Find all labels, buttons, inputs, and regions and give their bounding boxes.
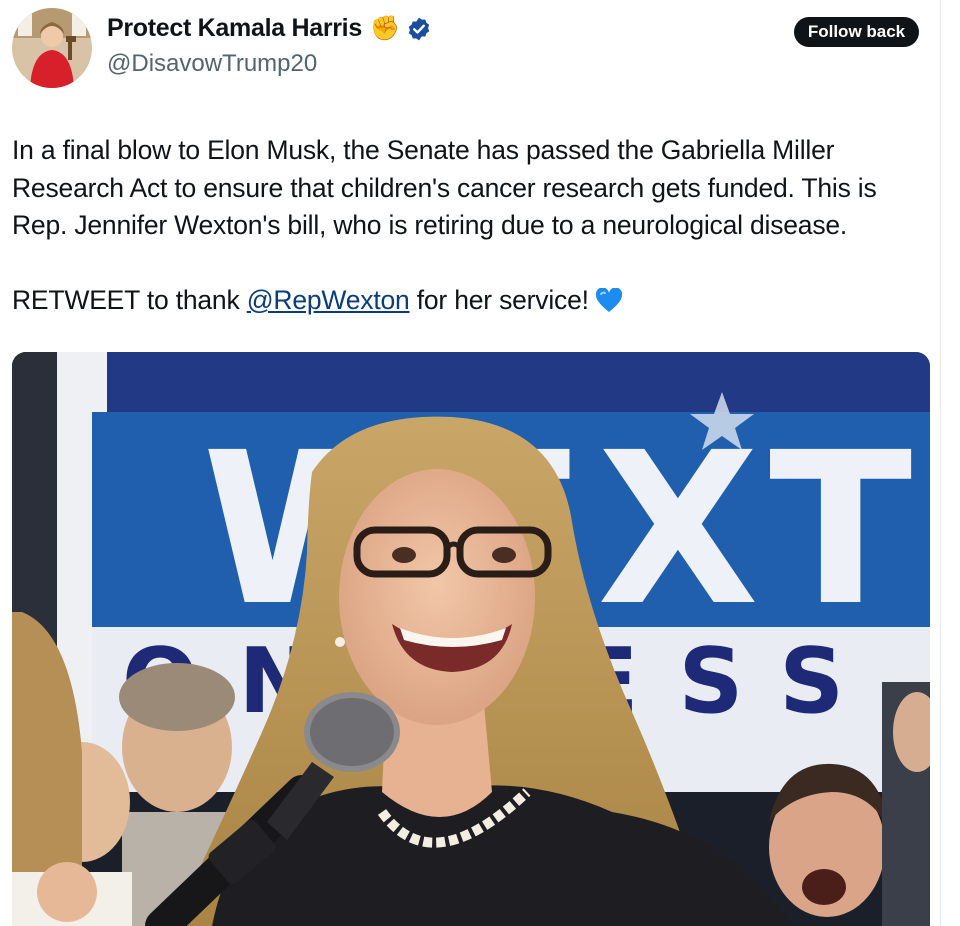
tweet-line: In a final blow to Elon Musk, the Senate…	[12, 135, 835, 165]
author-name[interactable]: Protect Kamala Harris	[107, 14, 362, 43]
cta-prefix: RETWEET to thank	[12, 285, 247, 315]
avatar[interactable]	[12, 8, 92, 88]
author-handle[interactable]: @DisavowTrump20	[107, 50, 317, 78]
raised-fist-icon: ✊	[369, 14, 400, 42]
photo-image: WEXTON ONGRESS	[12, 352, 930, 926]
tweet-text: In a final blow to Elon Musk, the Senate…	[12, 132, 932, 320]
mention-link[interactable]: @RepWexton	[247, 285, 410, 315]
author-name-row[interactable]: Protect Kamala Harris ✊	[107, 14, 432, 43]
tweet-cta-line: RETWEET to thank @RepWexton for her serv…	[12, 282, 932, 320]
avatar-image	[12, 8, 92, 88]
cta-suffix: for her service!	[409, 285, 589, 315]
blue-heart-icon	[595, 288, 622, 312]
column-divider	[940, 0, 941, 926]
follow-back-button[interactable]: Follow back	[794, 17, 919, 47]
tweet-line: Research Act to ensure that children's c…	[12, 172, 877, 203]
tweet-line: Rep. Jennifer Wexton's bill, who is reti…	[12, 210, 848, 240]
tweet-photo[interactable]: WEXTON ONGRESS	[12, 352, 930, 926]
verified-badge-icon[interactable]	[406, 16, 432, 42]
